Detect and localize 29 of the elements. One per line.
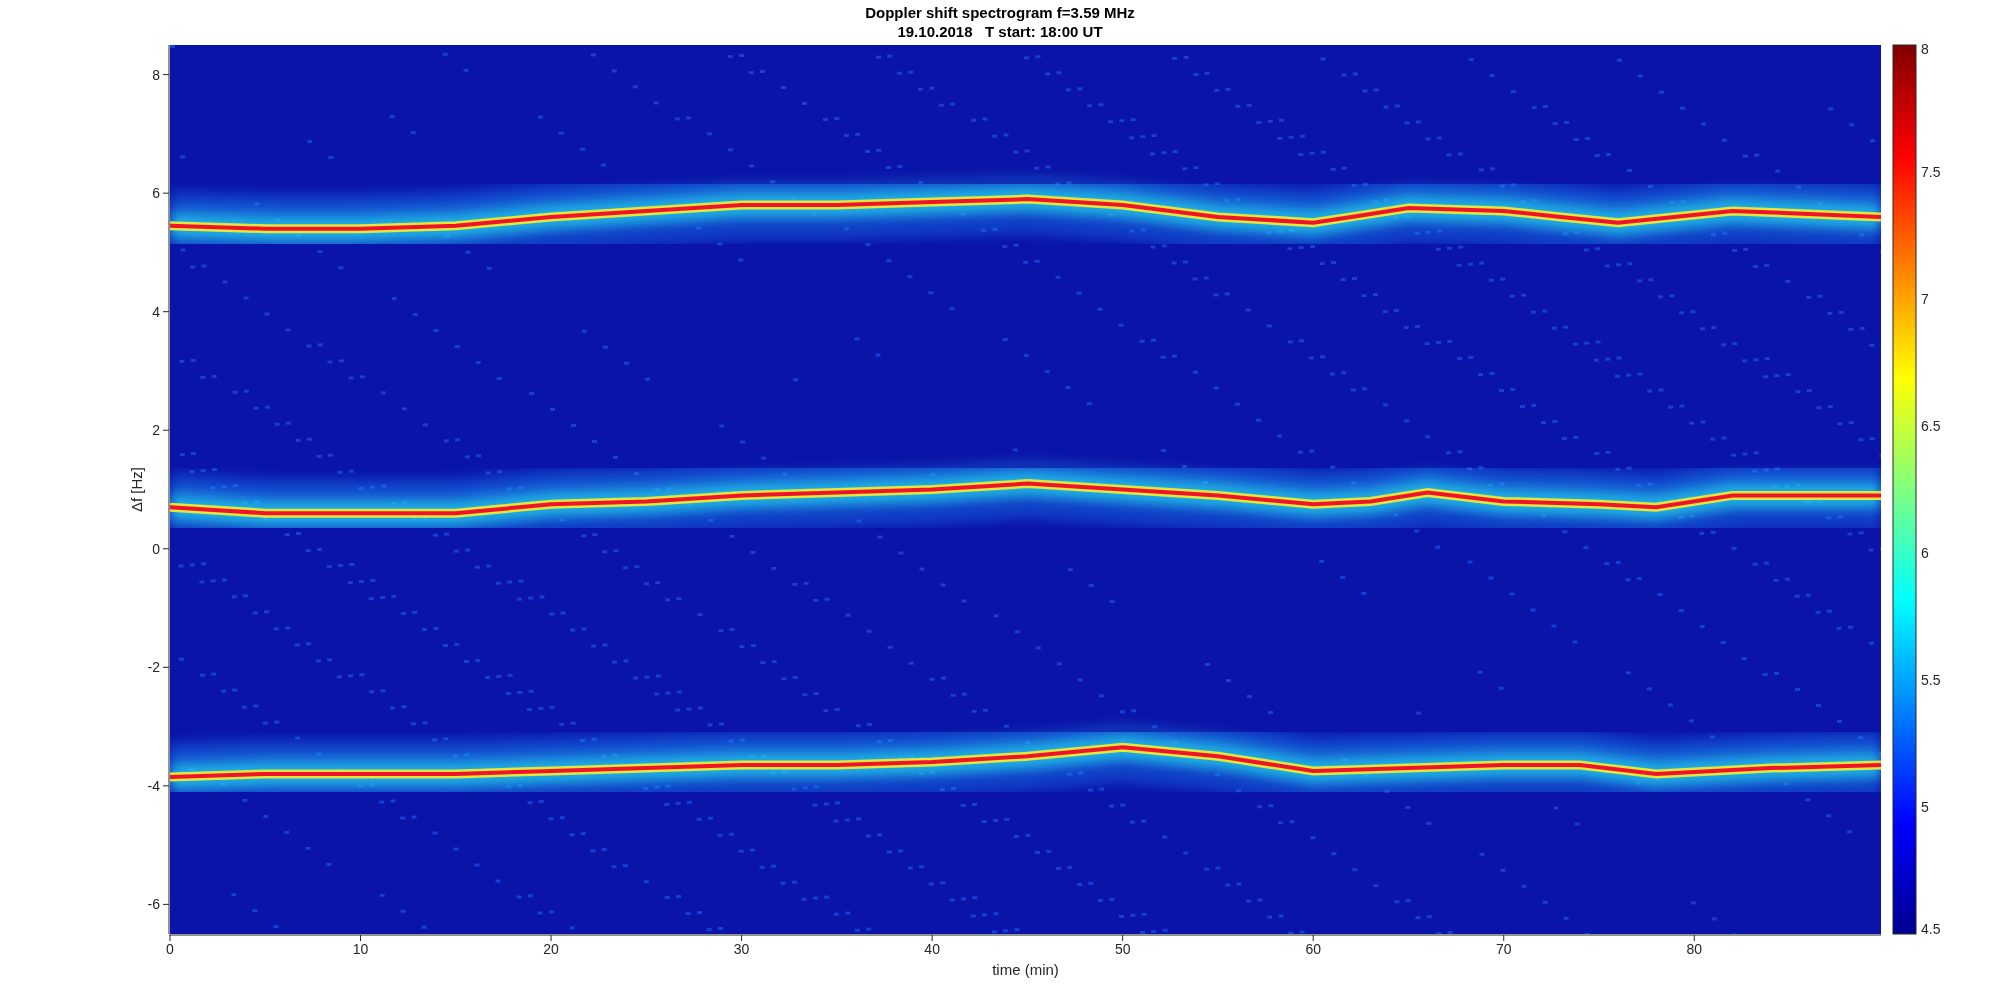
colorbar-tick-label: 8 (1921, 41, 1929, 57)
x-tick-label: 70 (1495, 941, 1512, 957)
y-tick-label: 4 (152, 303, 160, 320)
chart-title: Doppler shift spectrogram f=3.59 MHz (865, 4, 1135, 21)
y-tick-label: -6 (147, 896, 160, 913)
x-tick-label: 0 (166, 941, 174, 957)
colorbar-tick-label: 6 (1921, 545, 1929, 561)
y-axis-label: Δf [Hz] (128, 467, 145, 512)
x-tick-label: 20 (543, 941, 559, 957)
y-tick-label: 2 (152, 422, 160, 439)
x-tick-label: 60 (1305, 941, 1321, 957)
x-tick-label: 30 (733, 941, 750, 957)
y-tick-label: 6 (152, 185, 160, 202)
x-tick-label: 80 (1686, 941, 1703, 957)
colorbar-tick-label: 5.5 (1921, 672, 1941, 688)
y-tick-label: -4 (147, 777, 160, 794)
y-tick-label: -2 (147, 659, 160, 676)
y-tick-label: 0 (152, 540, 160, 557)
colorbar-tick-label: 7 (1921, 291, 1929, 307)
colorbar-tick-label: 4.5 (1921, 921, 1941, 937)
y-tick-label: 8 (152, 66, 160, 83)
x-tick-label: 10 (352, 941, 369, 957)
x-axis-label: time (min) (992, 961, 1059, 978)
x-tick-label: 40 (924, 941, 940, 957)
colorbar-tick-label: 7.5 (1921, 164, 1941, 180)
chart-subtitle: 19.10.2018 T start: 18:00 UT (897, 23, 1103, 40)
colorbar-tick-label: 6.5 (1921, 418, 1941, 434)
x-tick-label: 50 (1114, 941, 1131, 957)
colorbar-tick-label: 5 (1921, 799, 1929, 815)
